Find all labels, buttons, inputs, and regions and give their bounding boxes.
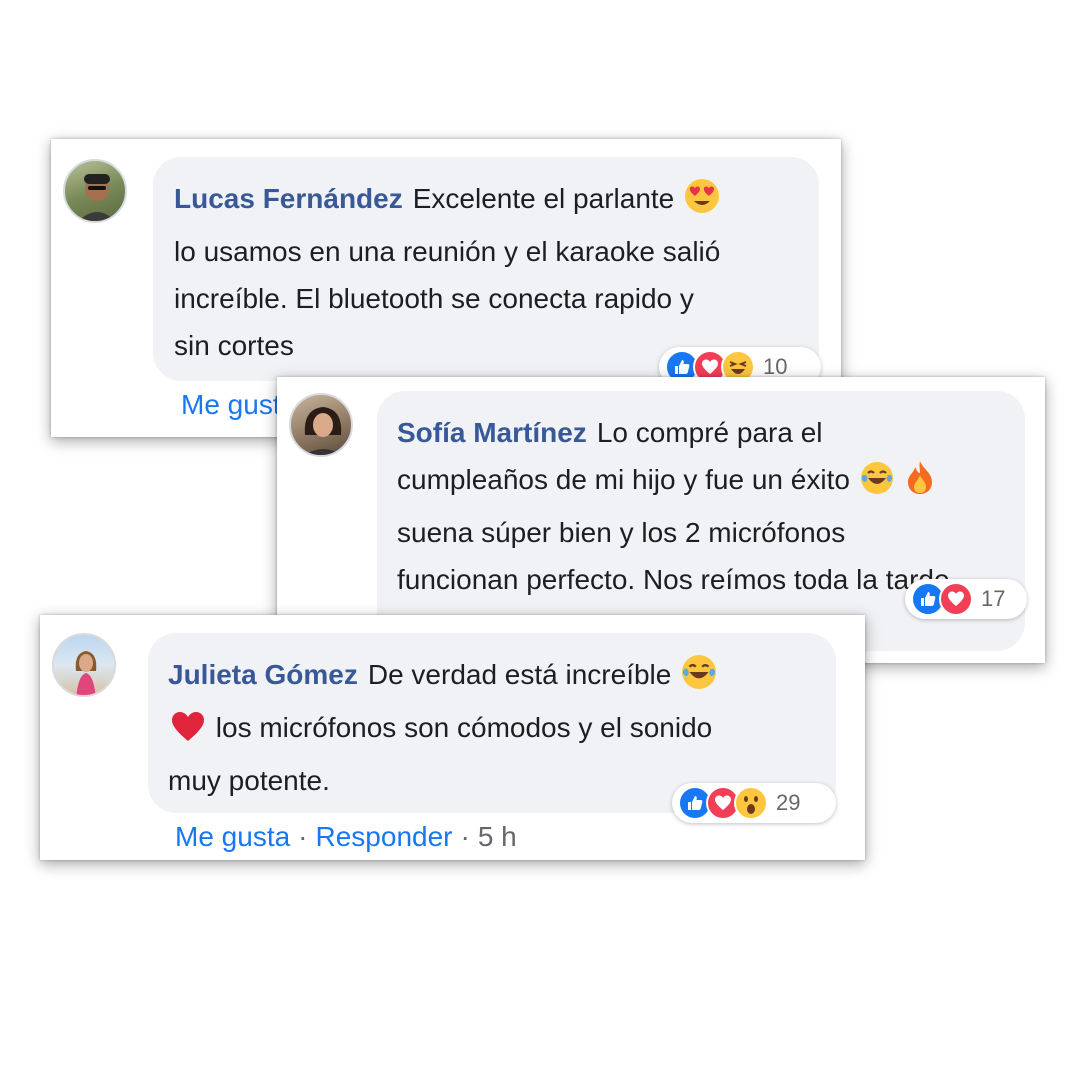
reaction-summary[interactable]: 29 [672,783,836,823]
comment-text: Julieta Gómez De verdad está increíble lo… [168,651,848,804]
avatar-photo-julieta [75,651,97,695]
like-link[interactable]: Me gusta [175,821,290,852]
love-reaction-icon [939,582,973,616]
comment-line: Lo compré para el [596,417,823,448]
avatar-julieta[interactable] [52,633,116,697]
comment-author[interactable]: Julieta Gómez [168,659,358,690]
comment-line: los micrófonos son cómodos y el sonido [215,712,713,743]
comment-line: Excelente el parlante [412,183,675,214]
comment-timestamp[interactable]: 5 h [478,821,517,852]
reply-link[interactable]: Responder [316,821,453,852]
avatar-lucas[interactable] [63,159,127,223]
comment-line: lo usamos en una reunión y el karaoke sa… [174,236,721,267]
reaction-count: 29 [776,790,801,815]
comment-line: cumpleaños de mi hijo y fue un éxito [397,464,850,495]
comment-text: Lucas Fernández Excelente el parlante lo … [174,175,824,369]
reaction-summary[interactable]: 17 [905,579,1027,619]
tears-of-joy-emoji-icon [860,461,894,509]
fire-emoji-icon [905,459,935,509]
avatar-photo-sofia [304,407,342,455]
tears-of-joy-emoji-icon [681,654,717,704]
comment-author[interactable]: Lucas Fernández [174,183,403,214]
comment-text: Sofía Martínez Lo compré para el cumpleañ… [397,409,1037,603]
comment-actions: Me gusta · Responder · 5 h [175,821,517,853]
action-separator: · [460,821,470,852]
action-separator: · [298,821,308,852]
red-heart-emoji-icon [170,709,206,757]
comment-line: suena súper bien y los 2 micrófonos [397,517,846,548]
avatar-photo-lucas [78,174,116,221]
comment-author[interactable]: Sofía Martínez [397,417,587,448]
comment-card-julieta: Julieta Gómez De verdad está increíble lo… [40,615,865,860]
heart-eyes-emoji-icon [684,178,720,228]
avatar-sofia[interactable] [289,393,353,457]
comment-line: De verdad está increíble [367,659,672,690]
reaction-count: 17 [981,586,1006,611]
wow-reaction-icon [734,786,768,820]
comment-line: increíble. El bluetooth se conecta rapid… [174,283,694,314]
